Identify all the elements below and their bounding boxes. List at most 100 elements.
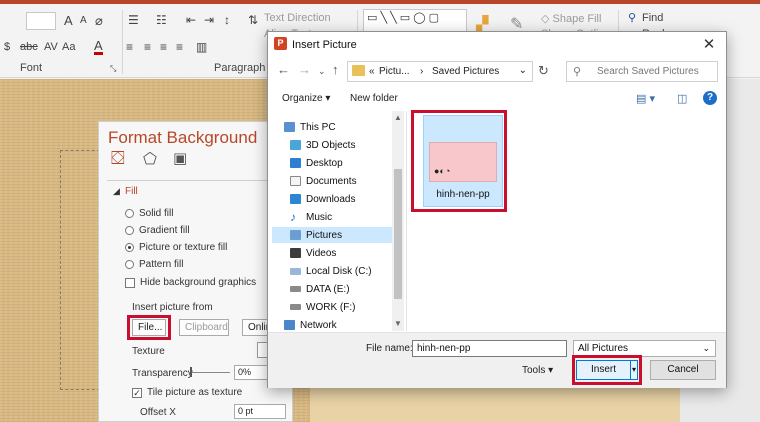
back-arrow-icon[interactable]: ← <box>277 62 290 77</box>
scroll-down-icon[interactable]: ▼ <box>394 319 402 328</box>
increase-indent-icon[interactable]: ⇥ <box>204 13 214 27</box>
find-button[interactable]: Find <box>642 12 663 24</box>
preview-pane-icon[interactable]: ◫ <box>677 92 687 105</box>
insert-picture-dialog: P Insert Picture ✕ ← → ⌄ ↑ « Pictu... › … <box>267 31 727 388</box>
columns-icon[interactable]: ▥ <box>196 40 207 54</box>
new-folder-button[interactable]: New folder <box>350 93 398 104</box>
text-direction-icon[interactable]: ⇅ <box>248 13 258 27</box>
tree-item-videos[interactable]: Videos <box>290 245 336 261</box>
refresh-icon[interactable]: ↻ <box>538 63 549 79</box>
clipboard-button[interactable]: Clipboard <box>179 319 229 336</box>
file-name-input[interactable]: hinh-nen-pp <box>412 340 567 357</box>
file-item-highlight <box>411 110 507 212</box>
clear-formatting-icon[interactable]: ⌀ <box>95 13 103 29</box>
address-part-saved-pictures[interactable]: Saved Pictures <box>432 66 499 77</box>
search-placeholder: Search Saved Pictures <box>597 66 699 77</box>
hide-graphics-option[interactable]: Hide background graphics <box>125 277 256 288</box>
tree-scrollbar[interactable]: ▲ ▼ <box>392 111 404 331</box>
grow-font-button[interactable]: A <box>64 13 73 28</box>
tile-checkbox[interactable]: ✓ <box>132 387 142 398</box>
font-size-box[interactable] <box>26 12 56 30</box>
tree-item-this-pc[interactable]: This PC <box>284 119 336 135</box>
change-case-button[interactable]: Aa <box>62 41 75 53</box>
hide-graphics-checkbox[interactable] <box>125 277 135 288</box>
solid-fill-option[interactable]: Solid fill <box>125 208 173 219</box>
transparency-label: Transparency <box>132 368 193 379</box>
desktop-icon <box>290 158 301 168</box>
forward-arrow-icon[interactable]: → <box>298 62 311 77</box>
line-spacing-icon[interactable]: ↕ <box>224 13 230 27</box>
tree-item-downloads[interactable]: Downloads <box>290 191 355 207</box>
recent-locations-icon[interactable]: ⌄ <box>318 66 326 77</box>
tree-item-network[interactable]: Network <box>284 317 337 331</box>
tree-item-data-drive[interactable]: DATA (E:) <box>290 281 350 297</box>
tree-item-3d-objects[interactable]: 3D Objects <box>290 137 355 153</box>
close-button[interactable]: ✕ <box>700 35 718 53</box>
tile-option[interactable]: ✓ Tile picture as texture <box>132 387 242 398</box>
scroll-up-icon[interactable]: ▲ <box>394 113 402 122</box>
downloads-icon <box>290 194 301 204</box>
group-separator <box>122 10 123 74</box>
picture-icon[interactable]: ▣ <box>173 149 187 167</box>
char-spacing-button[interactable]: AV <box>44 41 58 53</box>
format-background-pane: Format Background ⛋ ⬠ ▣ ◢ Fill Solid fil… <box>98 121 294 422</box>
shrink-font-button[interactable]: A <box>80 15 87 26</box>
pictures-icon <box>290 230 301 240</box>
pattern-fill-label: Pattern fill <box>139 259 184 270</box>
text-direction-button[interactable]: Text Direction <box>264 12 331 24</box>
scrollbar-thumb[interactable] <box>394 169 402 299</box>
numbering-icon[interactable]: ☷ <box>156 13 167 27</box>
tree-item-documents[interactable]: Documents <box>290 173 357 189</box>
tree-item-label: Videos <box>306 247 337 259</box>
align-center-icon[interactable]: ≡ <box>144 40 151 54</box>
shape-fill-button[interactable]: ◇ Shape Fill <box>541 12 601 25</box>
align-left-icon[interactable]: ≡ <box>126 40 133 54</box>
pattern-fill-option[interactable]: Pattern fill <box>125 259 183 270</box>
address-dropdown-icon[interactable]: ⌄ <box>519 65 527 76</box>
shapes-icons: ▭ ╲ ╲ ▭ ◯ ▢ <box>367 12 440 24</box>
fill-section-label[interactable]: Fill <box>125 186 138 197</box>
search-box[interactable]: ⚲ Search Saved Pictures <box>566 61 718 82</box>
find-icon[interactable]: ⚲ <box>628 11 636 24</box>
offset-x-input[interactable]: 0 pt <box>234 404 286 419</box>
gradient-fill-radio[interactable] <box>125 226 134 235</box>
cancel-button[interactable]: Cancel <box>650 360 716 380</box>
dialog-title: Insert Picture <box>292 39 357 51</box>
tools-button[interactable]: Tools ▾ <box>522 365 553 376</box>
slide-placeholder-outline[interactable] <box>60 150 100 390</box>
address-part-pictures[interactable]: Pictu... <box>379 66 410 77</box>
insert-button-highlight <box>572 355 642 385</box>
decrease-indent-icon[interactable]: ⇤ <box>186 13 196 27</box>
picture-texture-fill-radio[interactable] <box>125 243 134 252</box>
picture-texture-fill-option[interactable]: Picture or texture fill <box>125 242 227 253</box>
align-right-icon[interactable]: ≡ <box>160 40 167 54</box>
fill-bucket-icon[interactable]: ⛋ <box>111 148 125 169</box>
help-icon[interactable]: ? <box>703 91 717 105</box>
view-options-icon[interactable]: ▤ ▾ <box>636 92 655 105</box>
tree-item-local-disk[interactable]: Local Disk (C:) <box>290 263 372 279</box>
dollar-icon[interactable]: $ <box>4 41 10 53</box>
tree-item-label: Local Disk (C:) <box>306 265 372 277</box>
tree-item-music[interactable]: ♪ Music <box>290 209 332 225</box>
pattern-fill-radio[interactable] <box>125 260 134 269</box>
tree-item-work-drive[interactable]: WORK (F:) <box>290 299 355 315</box>
tree-item-desktop[interactable]: Desktop <box>290 155 343 171</box>
address-bar[interactable]: « Pictu... › Saved Pictures ⌄ <box>347 61 533 82</box>
tree-item-label: Music <box>306 211 333 223</box>
transparency-slider-thumb[interactable] <box>190 367 192 377</box>
tools-label: Tools <box>522 365 546 376</box>
gradient-fill-option[interactable]: Gradient fill <box>125 225 190 236</box>
solid-fill-radio[interactable] <box>125 209 134 218</box>
collapse-triangle-icon[interactable]: ◢ <box>113 186 120 197</box>
effects-pentagon-icon[interactable]: ⬠ <box>143 149 157 169</box>
font-color-button[interactable]: A <box>94 39 103 55</box>
font-dialog-launcher-icon[interactable]: ⤡ <box>110 64 116 74</box>
justify-icon[interactable]: ≡ <box>176 40 183 54</box>
bullets-icon[interactable]: ☰ <box>128 13 139 27</box>
strikethrough-button[interactable]: abc <box>20 41 38 53</box>
shape-fill-label: Shape Fill <box>552 13 602 25</box>
transparency-slider-track[interactable] <box>190 372 230 373</box>
up-arrow-icon[interactable]: ↑ <box>332 62 339 77</box>
tree-item-pictures[interactable]: Pictures <box>272 227 394 243</box>
organize-button[interactable]: Organize ▾ <box>282 93 330 104</box>
